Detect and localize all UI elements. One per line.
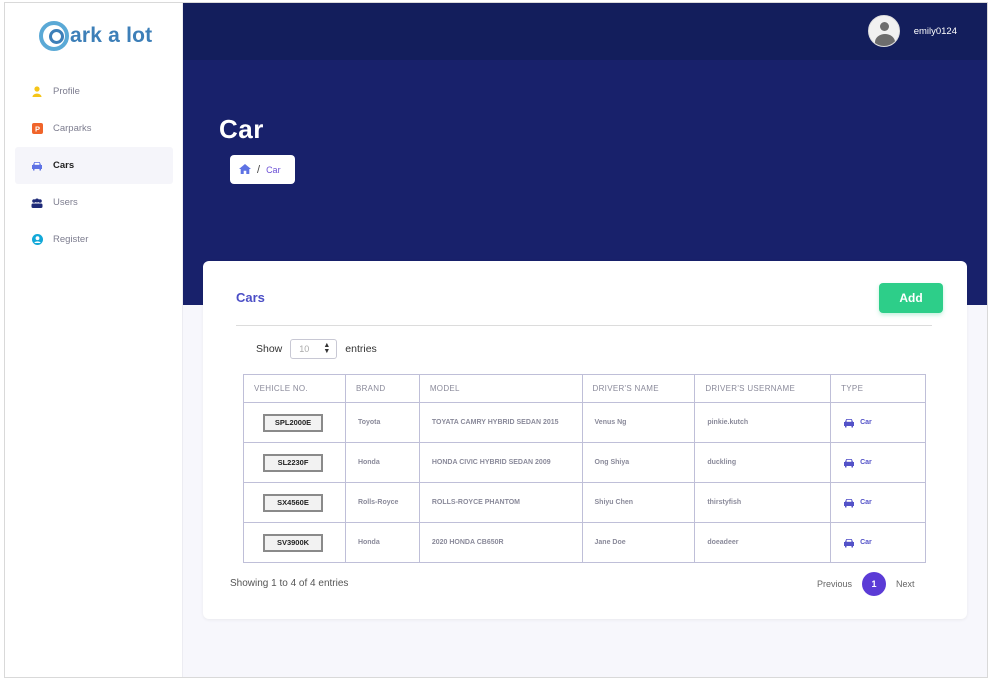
breadcrumb-separator: / — [257, 163, 261, 176]
license-plate: SX4560E — [263, 493, 323, 512]
top-navbar: emily0124 — [183, 3, 987, 60]
sidebar-item-label: Profile — [53, 86, 80, 97]
vehicle-cell: SPL2000E — [243, 402, 346, 443]
logo-text: ark a lot — [70, 24, 153, 47]
add-button[interactable]: Add — [879, 283, 943, 313]
car-icon — [844, 538, 855, 547]
type-label: Car — [860, 499, 872, 506]
table-header-row: VEHICLE NO. BRAND MODEL DRIVER'S NAME DR… — [243, 374, 926, 403]
driver-name-cell: Shiyu Chen — [581, 482, 696, 523]
cars-table: VEHICLE NO. BRAND MODEL DRIVER'S NAME DR… — [243, 374, 926, 563]
license-plate: SPL2000E — [263, 413, 323, 432]
avatar — [867, 15, 900, 47]
user-menu[interactable]: emily0124 — [867, 15, 957, 47]
next-button[interactable]: Next — [896, 579, 915, 589]
type-cell: Car — [830, 482, 926, 523]
logo[interactable]: ark a lot — [39, 21, 152, 51]
column-header-model[interactable]: MODEL — [418, 374, 583, 403]
username: emily0124 — [913, 25, 957, 37]
type-cell: Car — [830, 442, 926, 483]
type-cell: Car — [830, 522, 926, 563]
page-title: Car — [219, 114, 264, 144]
vehicle-cell: SV3900K — [243, 522, 346, 563]
car-icon — [844, 458, 855, 467]
app-window: ark a lot Profile P Carparks Cars Users … — [4, 2, 988, 678]
table-row[interactable]: SX4560E Rolls-Royce ROLLS-ROYCE PHANTOM … — [243, 482, 926, 523]
model-cell: TOYATA CAMRY HYBRID SEDAN 2015 — [418, 402, 583, 443]
sidebar-item-carparks[interactable]: P Carparks — [15, 110, 173, 147]
license-plate: SV3900K — [263, 533, 323, 552]
parking-icon: P — [31, 123, 43, 135]
driver-name-cell: Venus Ng — [581, 402, 696, 443]
sidebar-nav: Profile P Carparks Cars Users Register — [15, 73, 173, 258]
vehicle-cell: SX4560E — [243, 482, 346, 523]
driver-username-cell: thirstyfish — [694, 482, 832, 523]
sidebar-item-label: Carparks — [53, 123, 92, 134]
logo-icon — [39, 21, 69, 51]
brand-cell: Rolls-Royce — [344, 482, 420, 523]
type-cell: Car — [830, 402, 926, 443]
sidebar-item-label: Users — [53, 197, 78, 208]
vehicle-cell: SL2230F — [243, 442, 346, 483]
driver-name-cell: Jane Doe — [581, 522, 696, 563]
column-header-driver-name[interactable]: DRIVER'S NAME — [581, 374, 696, 403]
sidebar-item-label: Cars — [53, 160, 75, 171]
users-icon — [31, 197, 43, 209]
svg-text:P: P — [34, 124, 39, 133]
table-row[interactable]: SV3900K Honda 2020 HONDA CB650R Jane Doe… — [243, 522, 926, 563]
sidebar-item-register[interactable]: Register — [15, 221, 173, 258]
breadcrumb-current[interactable]: Car — [266, 165, 281, 175]
sidebar-item-profile[interactable]: Profile — [15, 73, 173, 110]
license-plate: SL2230F — [263, 453, 323, 472]
table-row[interactable]: SL2230F Honda HONDA CIVIC HYBRID SEDAN 2… — [243, 442, 926, 483]
column-header-driver-username[interactable]: DRIVER'S USERNAME — [694, 374, 832, 403]
card-title: Cars — [236, 290, 265, 305]
sidebar: ark a lot Profile P Carparks Cars Users … — [5, 3, 183, 677]
previous-button[interactable]: Previous — [817, 579, 852, 589]
brand-cell: Honda — [344, 522, 420, 563]
pagination: Previous 1 Next — [817, 572, 915, 596]
sidebar-item-users[interactable]: Users — [15, 184, 173, 221]
type-label: Car — [860, 539, 872, 546]
column-header-brand[interactable]: BRAND — [344, 374, 420, 403]
sidebar-item-cars[interactable]: Cars — [15, 147, 173, 184]
breadcrumb: / Car — [230, 155, 295, 184]
car-icon — [844, 498, 855, 507]
table-info: Showing 1 to 4 of 4 entries — [230, 578, 349, 589]
type-label: Car — [860, 419, 872, 426]
driver-username-cell: duckling — [694, 442, 832, 483]
user-icon — [31, 86, 43, 98]
sort-arrows-icon: ▲ ▼ — [323, 342, 331, 355]
model-cell: 2020 HONDA CB650R — [418, 522, 583, 563]
table-row[interactable]: SPL2000E Toyota TOYATA CAMRY HYBRID SEDA… — [243, 402, 926, 443]
car-icon — [844, 418, 855, 427]
entries-select[interactable]: 10 ▲ ▼ — [290, 339, 338, 359]
home-icon[interactable] — [239, 163, 251, 176]
driver-name-cell: Ong Shiya — [581, 442, 696, 483]
model-cell: ROLLS-ROYCE PHANTOM — [418, 482, 583, 523]
show-label: Show — [256, 343, 283, 355]
entries-length-control: Show 10 ▲ ▼ entries — [256, 339, 377, 359]
type-label: Car — [860, 459, 872, 466]
driver-username-cell: pinkie.kutch — [694, 402, 832, 443]
cars-card: Cars Add Show 10 ▲ ▼ entries VEHICLE NO. … — [203, 261, 967, 619]
brand-cell: Toyota — [344, 402, 420, 443]
user-circle-icon — [31, 234, 43, 246]
sidebar-item-label: Register — [53, 234, 89, 245]
car-icon — [31, 160, 43, 172]
column-header-vehicle[interactable]: VEHICLE NO. — [243, 374, 346, 403]
entries-select-value: 10 — [299, 344, 310, 354]
brand-cell: Honda — [344, 442, 420, 483]
page-button-1[interactable]: 1 — [862, 572, 887, 596]
model-cell: HONDA CIVIC HYBRID SEDAN 2009 — [418, 442, 583, 483]
entries-label: entries — [345, 343, 377, 355]
driver-username-cell: doeadeer — [694, 522, 832, 563]
column-header-type[interactable]: TYPE — [830, 374, 926, 403]
divider — [236, 325, 932, 326]
